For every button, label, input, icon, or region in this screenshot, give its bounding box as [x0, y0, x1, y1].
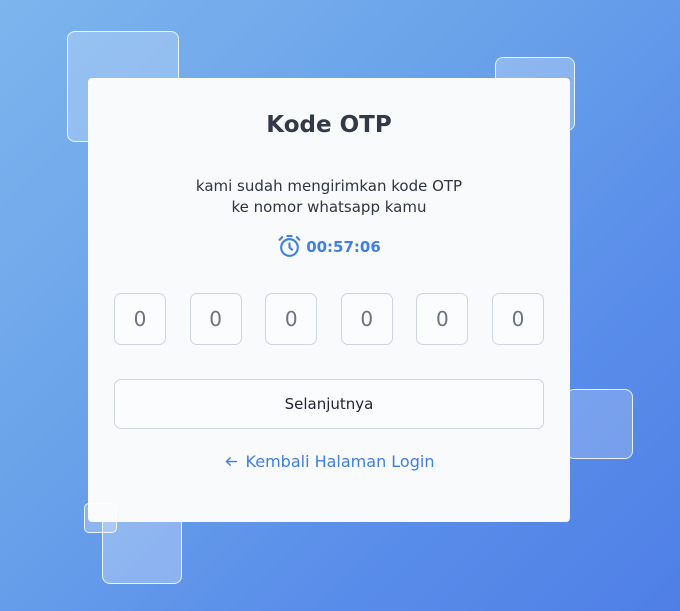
- otp-digit-6[interactable]: [491, 293, 544, 345]
- description-line: ke nomor whatsapp kamu: [231, 198, 427, 216]
- otp-digit-1[interactable]: [114, 293, 166, 345]
- timer-value: 00:57:06: [306, 237, 381, 256]
- otp-digit-5[interactable]: [416, 293, 469, 345]
- decorative-square: [566, 389, 633, 459]
- otp-card: Kode OTP kami sudah mengirimkan kode OTP…: [88, 78, 570, 522]
- otp-digit-3[interactable]: [265, 293, 318, 345]
- countdown-timer: 00:57:06: [88, 234, 570, 259]
- decorative-square: [84, 503, 117, 533]
- otp-digit-2[interactable]: [189, 293, 242, 345]
- otp-digit-4[interactable]: [340, 293, 393, 345]
- back-link-label: Kembali Halaman Login: [245, 452, 435, 471]
- stopwatch-icon: [278, 235, 301, 257]
- description-line: kami sudah mengirimkan kode OTP: [195, 177, 463, 195]
- page-title: Kode OTP: [266, 112, 392, 138]
- otp-input-group: [114, 293, 544, 345]
- back-to-login-link[interactable]: Kembali Halaman Login: [88, 452, 570, 471]
- next-button[interactable]: Selanjutnya: [114, 379, 544, 429]
- otp-description: kami sudah mengirimkan kode OTP ke nomor…: [88, 176, 570, 218]
- arrow-left-icon: [225, 457, 237, 466]
